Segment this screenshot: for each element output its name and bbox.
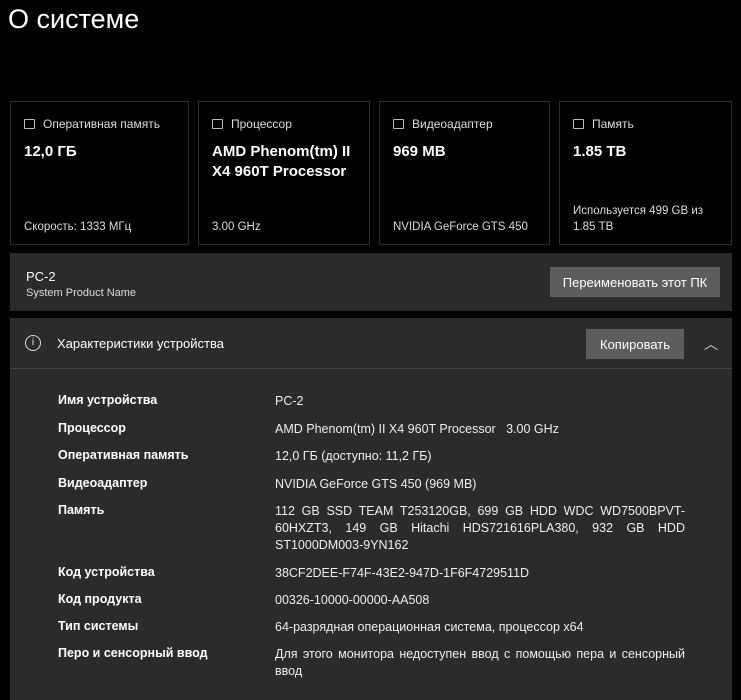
spec-row: Код устройства 38CF2DEE-F74F-43E2-947D-1F… — [58, 565, 685, 582]
card-cpu: Процессор AMD Phenom(tm) II X4 960T Proc… — [198, 101, 370, 245]
specs-title: Характеристики устройства — [57, 336, 224, 351]
ram-icon — [24, 119, 35, 129]
card-storage: Память 1.85 TB Используется 499 GB из 1.… — [559, 101, 732, 245]
page-title: О системе — [8, 4, 140, 34]
card-gpu: Видеоадаптер 969 MB NVIDIA GeForce GTS 4… — [379, 101, 550, 245]
spec-value: 00326-10000-00000-AA508 — [275, 593, 430, 607]
spec-label: Код продукта — [58, 592, 142, 606]
card-sub: Используется 499 GB из 1.85 TB — [573, 205, 704, 233]
specs-header[interactable]: i Характеристики устройства Копировать ︿ — [10, 318, 732, 369]
card-value: 969 MB — [393, 143, 446, 160]
spec-label: Код устройства — [58, 565, 155, 579]
info-icon: i — [25, 335, 41, 351]
card-sub: NVIDIA GeForce GTS 450 — [393, 221, 528, 233]
spec-row: Процессор AMD Phenom(tm) II X4 960T Proce… — [58, 421, 685, 438]
spec-label: Процессор — [58, 421, 126, 435]
spec-row: Перо и сенсорный ввод Для этого монитора … — [58, 646, 685, 680]
spec-value: Для этого монитора недоступен ввод с пом… — [275, 647, 685, 678]
spec-row: Тип системы 64-разрядная операционная сис… — [58, 619, 685, 636]
pc-name-panel: PC-2 System Product Name Переименовать э… — [10, 253, 732, 311]
storage-icon — [573, 119, 584, 129]
card-value: AMD Phenom(tm) II X4 960T Processor — [212, 143, 351, 180]
card-label: Память — [592, 117, 634, 131]
card-label: Видеоадаптер — [412, 117, 493, 131]
spec-value: 64-разрядная операционная система, проце… — [275, 620, 584, 634]
spec-row: Оперативная память 12,0 ГБ (доступно: 11,… — [58, 448, 685, 465]
card-label: Процессор — [231, 117, 292, 131]
spec-label: Перо и сенсорный ввод — [58, 646, 208, 660]
spec-label: Имя устройства — [58, 393, 158, 407]
device-specs-panel: i Характеристики устройства Копировать ︿… — [10, 318, 732, 700]
spec-label: Видеоадаптер — [58, 476, 148, 490]
copy-button[interactable]: Копировать — [586, 329, 684, 359]
spec-label: Тип системы — [58, 619, 139, 633]
spec-row: Код продукта 00326-10000-00000-AA508 — [58, 592, 685, 609]
pc-name: PC-2 — [26, 269, 56, 284]
gpu-icon — [393, 119, 404, 129]
spec-label: Оперативная память — [58, 448, 189, 462]
rename-pc-button[interactable]: Переименовать этот ПК — [550, 267, 720, 297]
spec-value: 112 GB SSD TEAM T253120GB, 699 GB HDD WD… — [275, 504, 685, 552]
card-label: Оперативная память — [43, 117, 160, 131]
spec-value: PC-2 — [275, 394, 304, 408]
spec-row: Память 112 GB SSD TEAM T253120GB, 699 GB … — [58, 503, 685, 554]
card-sub: Скорость: 1333 МГц — [24, 221, 132, 233]
spec-row: Имя устройства PC-2 — [58, 393, 685, 410]
spec-label: Память — [58, 503, 105, 517]
card-value: 1.85 TB — [573, 143, 627, 160]
card-value: 12,0 ГБ — [24, 143, 77, 160]
spec-row: Видеоадаптер NVIDIA GeForce GTS 450 (969 … — [58, 476, 685, 493]
card-sub: 3.00 GHz — [212, 221, 261, 233]
card-ram: Оперативная память 12,0 ГБ Скорость: 133… — [10, 101, 189, 245]
chevron-up-icon[interactable]: ︿ — [704, 334, 718, 354]
spec-value: AMD Phenom(tm) II X4 960T Processor 3.00… — [275, 422, 559, 436]
spec-value: 12,0 ГБ (доступно: 11,2 ГБ) — [275, 449, 432, 463]
spec-value: NVIDIA GeForce GTS 450 (969 MB) — [275, 477, 477, 491]
spec-value: 38CF2DEE-F74F-43E2-947D-1F6F4729511D — [275, 566, 530, 580]
pc-model: System Product Name — [26, 287, 137, 299]
cpu-icon — [212, 119, 223, 129]
